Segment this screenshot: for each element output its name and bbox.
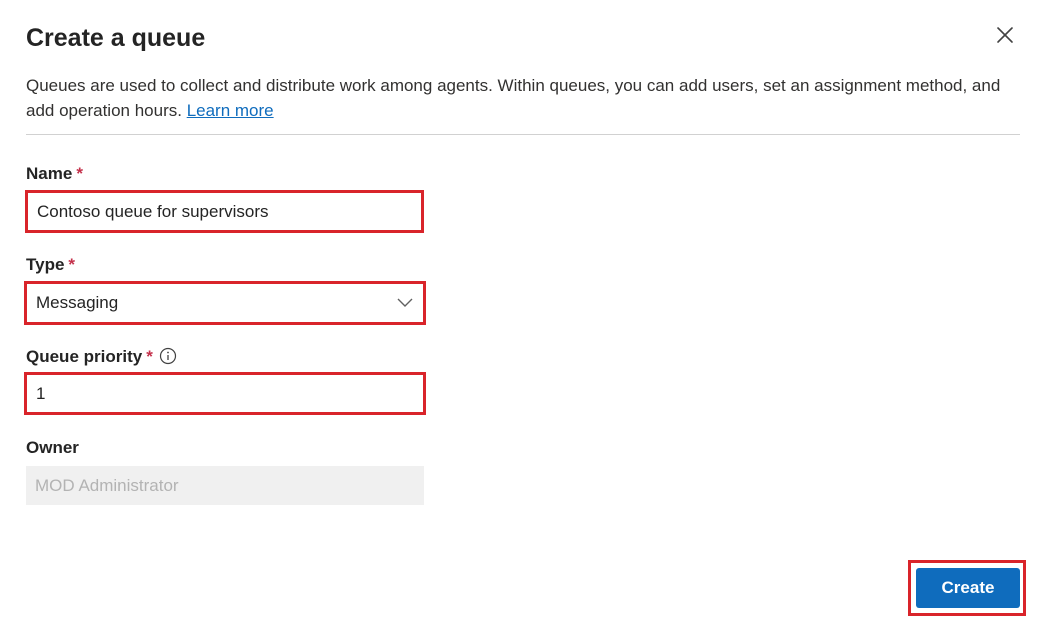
required-mark: *	[68, 255, 76, 274]
name-label-text: Name	[26, 164, 73, 183]
queue-priority-value: 1	[36, 383, 46, 403]
close-icon	[997, 27, 1013, 43]
learn-more-link[interactable]: Learn more	[187, 101, 274, 120]
info-icon[interactable]	[159, 347, 177, 371]
owner-label-text: Owner	[26, 438, 79, 457]
dialog-title: Create a queue	[26, 24, 206, 52]
create-button[interactable]: Create	[916, 568, 1020, 608]
queue-priority-input[interactable]: 1	[27, 375, 423, 412]
type-selected-value: Messaging	[36, 293, 119, 312]
type-label-text: Type	[26, 255, 65, 274]
required-mark: *	[76, 164, 83, 183]
type-label: Type *	[26, 254, 75, 276]
name-input[interactable]: Contoso queue for supervisors	[28, 193, 421, 230]
close-button[interactable]	[992, 22, 1018, 48]
type-select[interactable]: Messaging	[27, 284, 423, 322]
required-mark: *	[146, 347, 153, 366]
name-label: Name *	[26, 163, 83, 185]
divider	[26, 134, 1020, 135]
create-queue-dialog: Create a queue Queues are used to collec…	[0, 0, 1042, 637]
queue-priority-label-text: Queue priority	[26, 347, 143, 366]
queue-priority-label: Queue priority *	[26, 346, 177, 371]
description-text: Queues are used to collect and distribut…	[26, 76, 1001, 120]
owner-value: MOD Administrator	[35, 475, 179, 495]
chevron-down-icon	[397, 298, 413, 307]
owner-input: MOD Administrator	[26, 466, 424, 505]
owner-label: Owner	[26, 437, 79, 459]
name-input-value: Contoso queue for supervisors	[37, 201, 269, 221]
dialog-description: Queues are used to collect and distribut…	[26, 73, 1026, 123]
